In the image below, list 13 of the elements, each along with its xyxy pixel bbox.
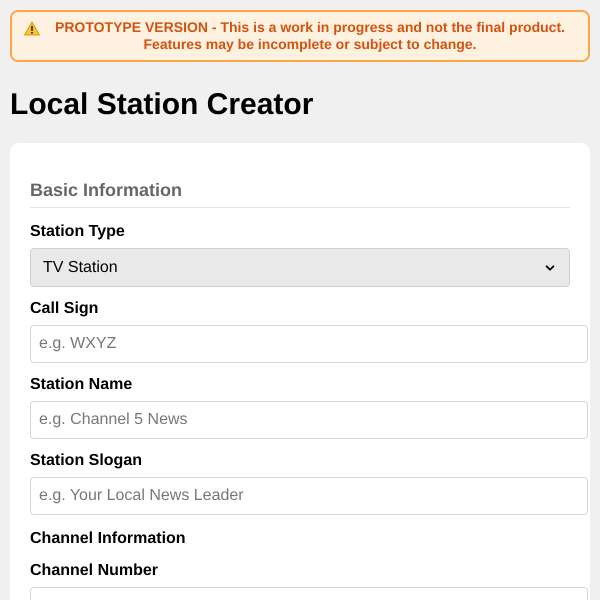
subsection-heading: Channel Information (30, 529, 187, 549)
page-title: Local Station Creator (10, 87, 314, 123)
section-heading: Basic Information (30, 179, 570, 208)
input-field[interactable]: e.g. Channel 5 News (30, 401, 588, 439)
warning-text: PROTOTYPE VERSION - This is a work in progress and not the final product. Features may be incomplete or subject to change. (54, 19, 566, 53)
input-field[interactable]: e.g. WXYZ (30, 325, 588, 363)
field-label: Call Sign (30, 299, 100, 319)
field-label: Channel Number (30, 561, 160, 581)
station-type-select[interactable]: TV Station (30, 248, 570, 287)
input-field[interactable]: e.g. Your Local News Leader (30, 477, 588, 515)
field-label: Station Type (30, 222, 126, 242)
field-label: Station Name (30, 375, 134, 395)
field-label: Station Slogan (30, 451, 143, 471)
